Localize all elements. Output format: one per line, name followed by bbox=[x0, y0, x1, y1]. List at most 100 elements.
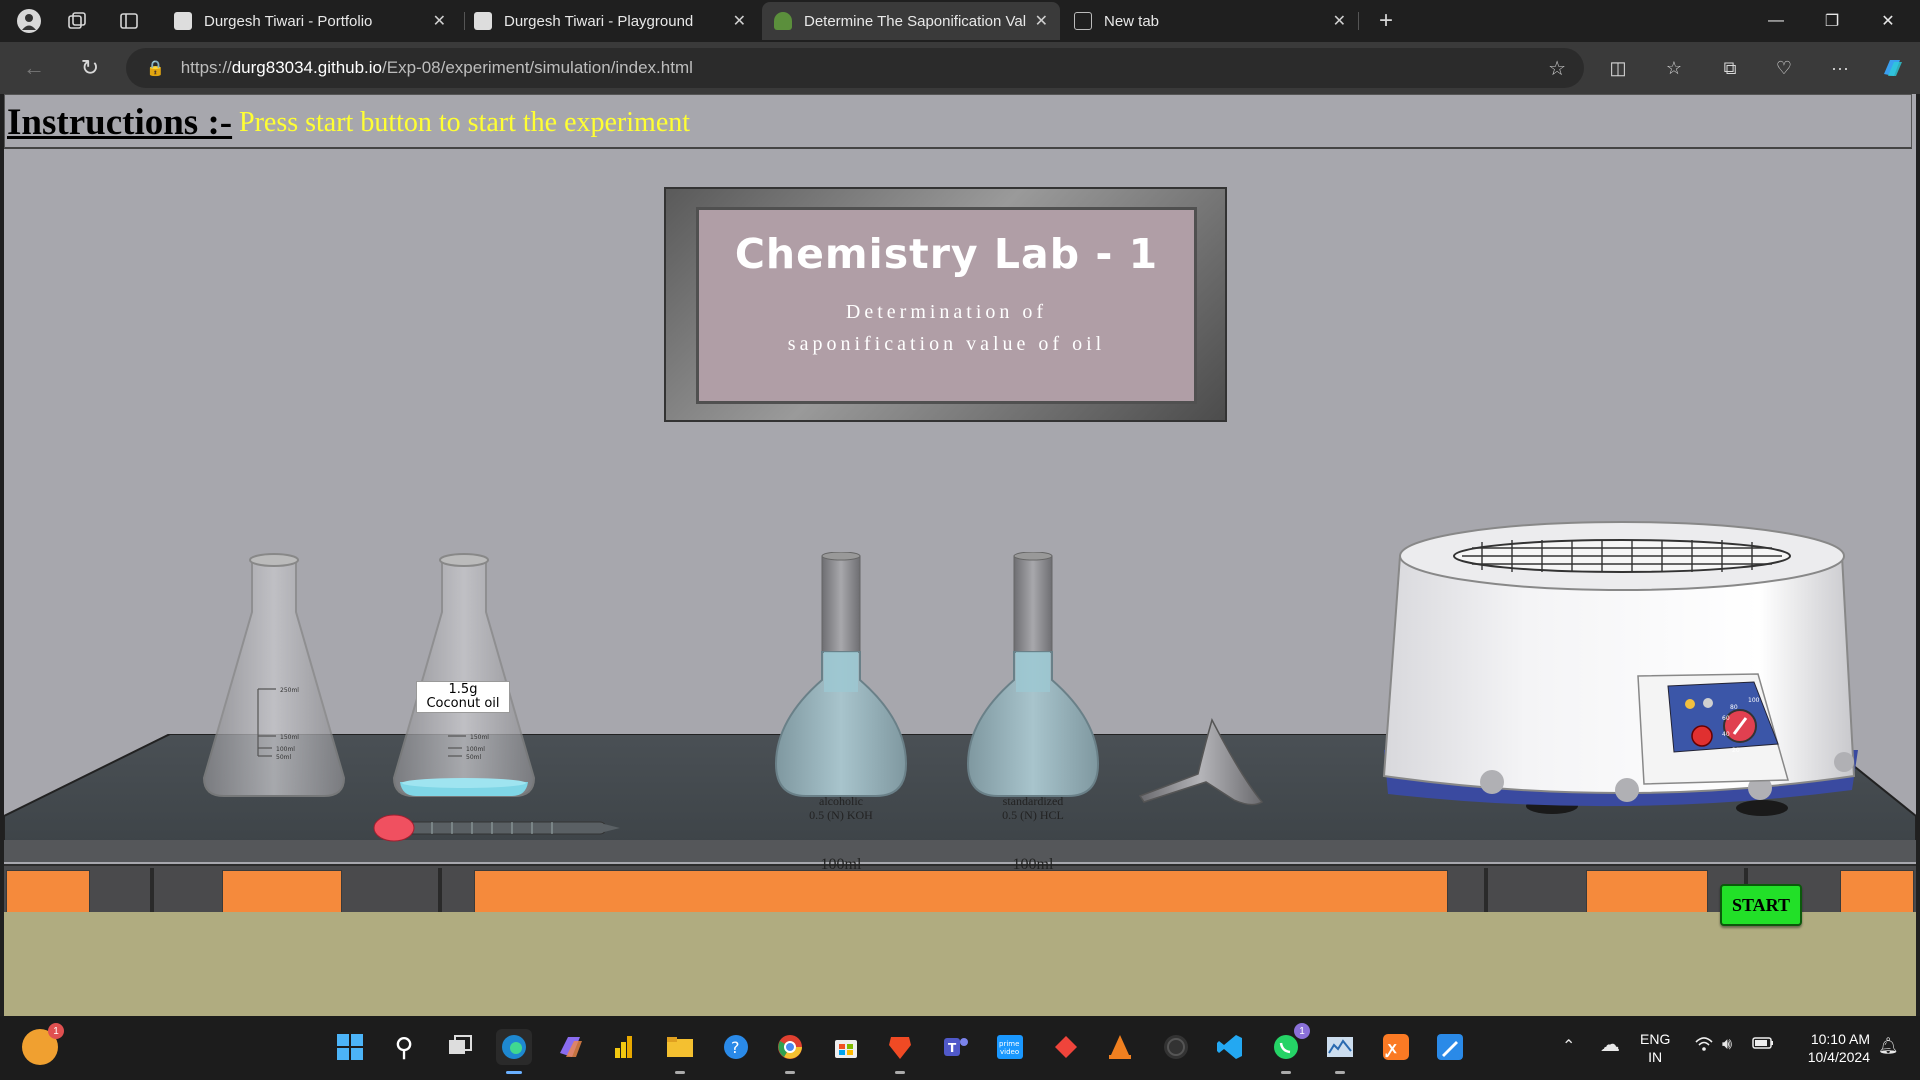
start-button[interactable]: START bbox=[1720, 884, 1802, 926]
battery-icon[interactable] bbox=[1752, 1036, 1774, 1055]
flask-favicon-icon bbox=[774, 12, 792, 30]
language-indicator[interactable]: ENG IN bbox=[1640, 1030, 1670, 1066]
floor bbox=[4, 912, 1916, 1016]
windows-taskbar: 1 ⚲ ? T prime video 1 ꭙ ⌃ ☁ ENG IN 🔊︎ 10:… bbox=[0, 1016, 1920, 1080]
dial-mark: 40 bbox=[1722, 731, 1730, 738]
table-drawers bbox=[4, 864, 1916, 916]
close-window-button[interactable]: ✕ bbox=[1860, 0, 1916, 42]
close-icon[interactable]: ✕ bbox=[433, 11, 446, 31]
portfolio-favicon-icon bbox=[174, 12, 192, 30]
svg-text:?: ? bbox=[731, 1038, 740, 1057]
dial-mark: 80 bbox=[1730, 704, 1738, 711]
close-icon[interactable]: ✕ bbox=[733, 11, 746, 31]
flask-mark: 50ml bbox=[466, 754, 481, 761]
anydesk-icon[interactable] bbox=[1048, 1029, 1084, 1065]
tab-portfolio[interactable]: Durgesh Tiwari - Portfolio ✕ bbox=[162, 2, 458, 40]
brave-browser-icon[interactable] bbox=[882, 1029, 918, 1074]
widgets-icon[interactable]: 1 bbox=[22, 1023, 64, 1065]
teams-icon[interactable]: T bbox=[938, 1029, 974, 1065]
dropper[interactable] bbox=[372, 812, 622, 846]
hcl-flask-label: standardized 0.5 (N) HCL bbox=[1002, 794, 1064, 822]
browser-title-bar: Durgesh Tiwari - Portfolio ✕ Durgesh Tiw… bbox=[0, 0, 1920, 42]
browser-essentials-icon[interactable]: ♡ bbox=[1768, 52, 1800, 84]
koh-volumetric-flask[interactable] bbox=[766, 552, 916, 802]
power-bi-icon[interactable] bbox=[606, 1029, 642, 1065]
drawer bbox=[1586, 870, 1708, 914]
file-explorer-icon[interactable] bbox=[662, 1029, 698, 1074]
tab-title: Durgesh Tiwari - Playground bbox=[504, 12, 694, 30]
start-menu-icon[interactable] bbox=[332, 1029, 368, 1065]
xampp-icon[interactable]: ꭙ bbox=[1378, 1029, 1414, 1065]
board-subtitle: Determination of saponification value of… bbox=[787, 301, 1106, 355]
funnel[interactable] bbox=[1134, 718, 1264, 810]
reload-icon[interactable]: ↻ bbox=[74, 52, 106, 84]
task-view-icon[interactable] bbox=[442, 1029, 478, 1065]
tab-title: New tab bbox=[1104, 12, 1160, 30]
favorite-star-icon[interactable]: ☆ bbox=[1548, 56, 1566, 81]
workspaces-icon[interactable] bbox=[64, 8, 90, 34]
instructions-text: Press start button to start the experime… bbox=[239, 107, 691, 138]
dial-mark: 60 bbox=[1722, 715, 1730, 722]
microsoft-store-icon[interactable] bbox=[828, 1029, 864, 1065]
whatsapp-badge: 1 bbox=[1294, 1023, 1310, 1039]
notification-bell-icon[interactable]: 🔔︎ bbox=[1878, 1036, 1898, 1056]
edge-browser-icon[interactable] bbox=[496, 1029, 532, 1074]
lab-board: Chemistry Lab - 1 Determination of sapon… bbox=[664, 187, 1227, 422]
favorites-icon[interactable]: ☆ bbox=[1658, 52, 1690, 84]
new-tab-plus-icon[interactable]: + bbox=[1373, 7, 1399, 34]
chrome-icon[interactable] bbox=[772, 1029, 808, 1074]
tab-new[interactable]: New tab ✕ bbox=[1062, 2, 1358, 40]
clock[interactable]: 10:10 AM 10/4/2024 bbox=[1790, 1030, 1870, 1066]
drawer bbox=[1840, 870, 1914, 914]
help-icon[interactable]: ? bbox=[718, 1029, 754, 1065]
heating-mantle[interactable]: 20 40 60 80 100 bbox=[1382, 514, 1862, 816]
collections-icon[interactable]: ⧉ bbox=[1714, 52, 1746, 84]
oil-flask-label: 1.5g Coconut oil bbox=[416, 681, 510, 713]
tab-actions-icon[interactable] bbox=[116, 8, 142, 34]
url-text: https://durg83034.github.io/Exp-08/exper… bbox=[180, 58, 693, 77]
tab-saponification[interactable]: Determine The Saponification Val ✕ bbox=[762, 2, 1060, 40]
hcl-volumetric-flask[interactable] bbox=[958, 552, 1108, 802]
restore-button[interactable]: ❐ bbox=[1804, 0, 1860, 42]
koh-flask-label: alcoholic 0.5 (N) KOH bbox=[809, 794, 873, 822]
profile-avatar[interactable] bbox=[16, 8, 42, 34]
empty-conical-flask[interactable]: 250ml 150ml 100ml 50ml bbox=[194, 552, 354, 802]
prime-video-icon[interactable]: prime video bbox=[992, 1029, 1028, 1065]
flask-mark: 250ml bbox=[280, 687, 299, 694]
lock-icon: 🔒 bbox=[146, 60, 165, 77]
photo-app-icon[interactable] bbox=[1432, 1029, 1468, 1065]
vscode-icon[interactable] bbox=[1212, 1029, 1248, 1065]
monitor-app-icon[interactable] bbox=[1322, 1029, 1358, 1074]
oil-conical-flask[interactable]: 250ml 150ml 100ml 50ml bbox=[384, 552, 544, 802]
svg-text:video: video bbox=[1000, 1048, 1019, 1056]
tab-playground[interactable]: Durgesh Tiwari - Playground ✕ bbox=[462, 2, 758, 40]
back-arrow-icon[interactable]: ← bbox=[18, 52, 50, 84]
close-icon[interactable]: ✕ bbox=[1035, 11, 1048, 31]
minimize-button[interactable]: — bbox=[1748, 0, 1804, 42]
address-bar[interactable]: 🔒 https://durg83034.github.io/Exp-08/exp… bbox=[126, 48, 1584, 88]
close-icon[interactable]: ✕ bbox=[1333, 11, 1346, 31]
onedrive-cloud-icon[interactable]: ☁ bbox=[1600, 1032, 1620, 1057]
vlc-icon[interactable] bbox=[1102, 1029, 1138, 1065]
drawer bbox=[6, 870, 90, 914]
svg-text:prime: prime bbox=[999, 1040, 1019, 1048]
hcl-flask-volume: 100ml bbox=[1012, 856, 1054, 873]
copilot-icon[interactable] bbox=[1876, 52, 1908, 84]
dial-mark: 20 bbox=[1732, 747, 1740, 754]
whatsapp-icon[interactable]: 1 bbox=[1268, 1023, 1310, 1074]
volume-icon[interactable]: 🔊︎ bbox=[1722, 1036, 1732, 1054]
search-icon[interactable]: ⚲ bbox=[386, 1029, 422, 1065]
address-toolbar: ← ↻ 🔒 https://durg83034.github.io/Exp-08… bbox=[0, 42, 1920, 94]
globe-app-icon[interactable] bbox=[1158, 1029, 1194, 1065]
show-hidden-icons-chevron-icon[interactable]: ⌃ bbox=[1562, 1036, 1575, 1056]
split-screen-icon[interactable]: ◫ bbox=[1602, 52, 1634, 84]
dial-mark: 100 bbox=[1748, 697, 1760, 704]
more-menu-icon[interactable]: ··· bbox=[1824, 52, 1856, 84]
flask-mark: 150ml bbox=[280, 734, 299, 741]
flask-mark: 150ml bbox=[470, 734, 489, 741]
playground-favicon-icon bbox=[474, 12, 492, 30]
board-panel: Chemistry Lab - 1 Determination of sapon… bbox=[696, 207, 1197, 404]
copilot-app-icon[interactable] bbox=[552, 1029, 588, 1065]
wifi-icon[interactable] bbox=[1694, 1036, 1714, 1057]
tab-title: Determine The Saponification Val bbox=[804, 12, 1027, 30]
